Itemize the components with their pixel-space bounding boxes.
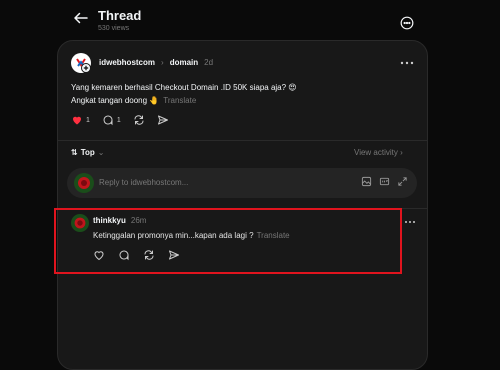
gif-icon[interactable] [379, 176, 390, 187]
send-icon [157, 115, 168, 125]
reply-button[interactable]: 1 [102, 114, 121, 126]
share-button[interactable] [157, 114, 169, 126]
top-bar: Thread 530 views [0, 0, 500, 38]
more-horizontal-icon[interactable] [400, 61, 414, 65]
sort-label: Top [80, 148, 95, 157]
post-line-1: Yang kemaren berhasil Checkout Domain .I… [71, 83, 297, 92]
like-count: 1 [86, 116, 90, 124]
view-activity-label: View activity [354, 148, 398, 157]
post-body: Yang kemaren berhasil Checkout Domain .I… [71, 81, 297, 107]
repost-button[interactable] [133, 114, 145, 126]
expand-icon[interactable] [397, 176, 408, 187]
post-time: 2d [204, 58, 214, 67]
translate-link[interactable]: Translate [163, 96, 196, 105]
post-line-2: Angkat tangan doong 🤚 [71, 96, 160, 105]
user-avatar [74, 173, 94, 193]
chevron-right-icon: › [400, 148, 403, 157]
post-username[interactable]: idwebhostcom [99, 58, 155, 67]
reply-attachments [361, 176, 408, 187]
post-header: idwebhostcom › domain 2d [99, 58, 213, 67]
divider [58, 140, 428, 141]
repost-icon [134, 115, 144, 125]
reply-placeholder[interactable]: Reply to idwebhostcom... [99, 178, 188, 187]
like-button[interactable]: 1 [71, 114, 90, 126]
sort-icon: ⇅ [71, 148, 78, 157]
reply-count: 1 [116, 116, 121, 124]
comment-icon [103, 115, 113, 126]
more-options-icon[interactable] [400, 16, 414, 30]
more-horizontal-icon[interactable] [404, 220, 416, 224]
page-title: Thread [98, 8, 142, 23]
idwebhost-avatar[interactable] [71, 53, 91, 73]
image-icon[interactable] [361, 176, 372, 187]
chevron-right-icon: › [161, 58, 164, 67]
view-count: 530 views [98, 25, 130, 32]
post-category[interactable]: domain [170, 58, 198, 67]
sort-dropdown[interactable]: ⇅ Top ⌄ [71, 148, 104, 157]
back-arrow-icon[interactable] [72, 9, 90, 27]
highlight-box [54, 208, 402, 274]
chevron-down-icon: ⌄ [97, 148, 105, 157]
view-activity-link[interactable]: View activity › [354, 148, 403, 157]
heart-filled-icon [73, 116, 81, 125]
post-actions: 1 1 [71, 113, 181, 127]
